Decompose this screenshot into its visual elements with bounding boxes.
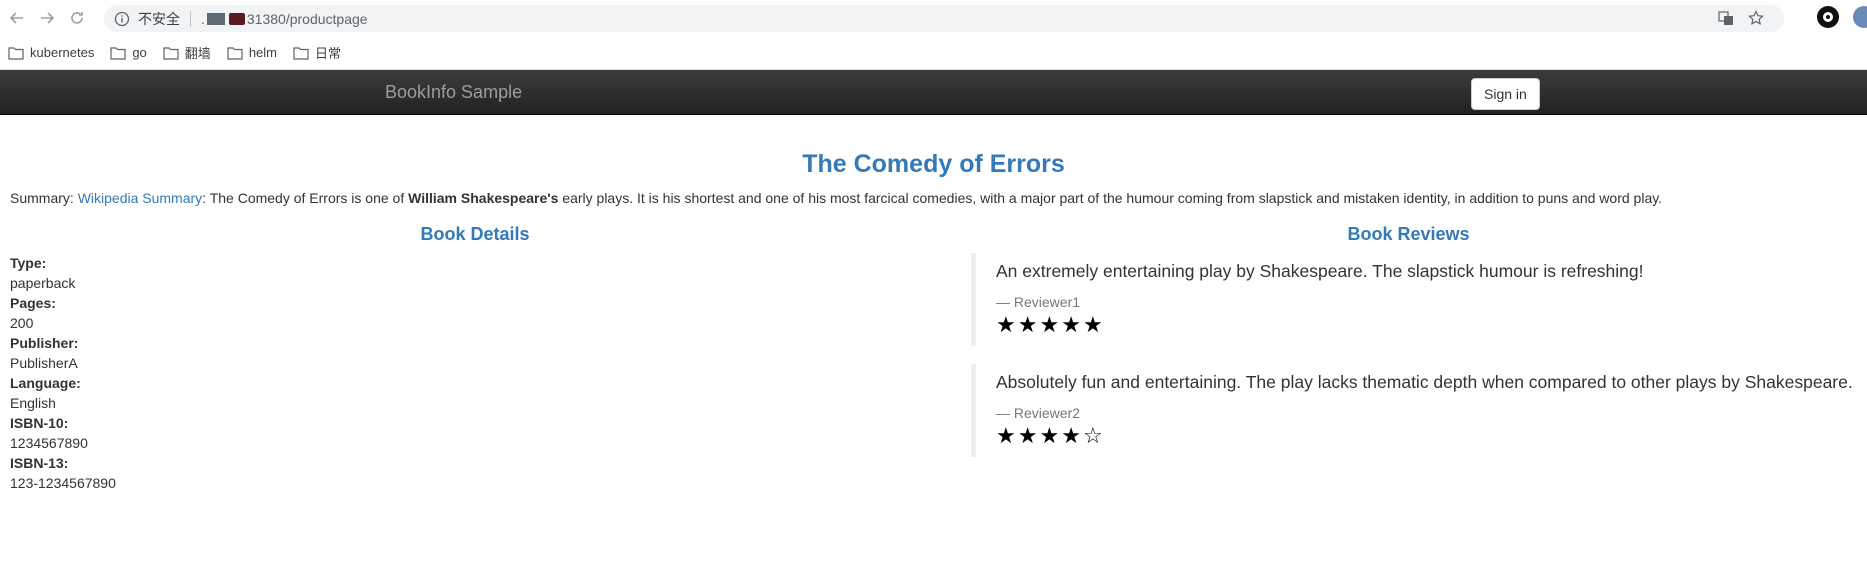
bookmark-folder[interactable]: helm <box>227 45 277 60</box>
star-filled-icon: ★ <box>1061 312 1083 337</box>
detail-label: ISBN-10: <box>10 415 69 431</box>
star-filled-icon: ★ <box>1039 312 1062 337</box>
browser-toolbar: 不安全 . 31380/productpage <box>0 0 1867 36</box>
url-suffix: 31380/productpage <box>246 10 368 27</box>
star-filled-icon: ★ <box>1039 423 1062 448</box>
bookmarks-bar: kubernetes go 翻墙 helm 日常 <box>0 36 1867 70</box>
star-rating: ★★★★☆ <box>996 423 1867 449</box>
detail-label: ISBN-13: <box>10 455 69 471</box>
star-filled-icon: ★ <box>996 423 1018 448</box>
bookmark-folder[interactable]: 日常 <box>293 43 341 62</box>
url-text[interactable]: . 31380/productpage <box>201 11 368 27</box>
bookmark-label: 翻墙 <box>184 46 211 61</box>
reload-button[interactable] <box>64 5 90 31</box>
detail-label: Language: <box>10 375 81 391</box>
detail-label: Pages: <box>10 295 56 311</box>
folder-icon <box>227 46 243 60</box>
detail-value: English <box>10 395 56 411</box>
star-filled-icon: ★ <box>1017 423 1040 448</box>
folder-icon <box>293 46 309 60</box>
review-author: — Reviewer2 <box>996 405 1081 421</box>
detail-value: 200 <box>10 315 34 331</box>
omnibox-actions <box>1718 10 1764 26</box>
bookmark-label: go <box>132 45 147 60</box>
redacted-block <box>206 12 225 25</box>
url-prefix: . <box>201 10 205 27</box>
extension-icon[interactable] <box>1817 6 1839 28</box>
review-item: An extremely entertaining play by Shakes… <box>971 253 1867 346</box>
book-details-list: Type: paperback Pages: 200 Publisher: Pu… <box>10 253 950 493</box>
detail-value: PublisherA <box>10 355 78 371</box>
profile-avatar[interactable] <box>1853 6 1867 28</box>
content-columns: Book Details Type: paperback Pages: 200 … <box>0 224 1867 493</box>
book-reviews-heading: Book Reviews <box>1347 224 1470 244</box>
bookmark-folder[interactable]: go <box>110 45 147 60</box>
insecure-label: 不安全 <box>138 10 180 27</box>
bookmark-label: kubernetes <box>30 45 95 60</box>
wikipedia-summary-link[interactable]: Wikipedia Summary <box>78 190 202 206</box>
star-empty-icon: ☆ <box>1082 423 1105 448</box>
detail-label: Publisher: <box>10 335 79 351</box>
summary-author: William Shakespeare's <box>408 190 559 206</box>
bookmark-label: 日常 <box>315 46 342 61</box>
summary-text: early plays. It is his shortest and one … <box>558 190 1663 206</box>
redacted-block <box>228 12 245 25</box>
forward-button[interactable] <box>34 5 60 31</box>
summary-prefix: Summary: <box>10 190 78 206</box>
review-text: An extremely entertaining play by Shakes… <box>996 261 1644 281</box>
book-details-section: Book Details Type: paperback Pages: 200 … <box>0 224 950 493</box>
folder-icon <box>110 46 126 60</box>
reload-icon <box>71 12 83 24</box>
book-summary: Summary: Wikipedia Summary: The Comedy o… <box>10 190 1867 206</box>
folder-icon <box>8 46 24 60</box>
folder-icon <box>163 46 179 60</box>
info-icon[interactable] <box>114 11 130 27</box>
bookmark-folder[interactable]: kubernetes <box>8 45 94 60</box>
sign-in-button[interactable]: Sign in <box>1471 78 1540 110</box>
detail-value: paperback <box>10 275 76 291</box>
bookmark-star-icon[interactable] <box>1748 10 1764 26</box>
star-rating: ★★★★★ <box>996 312 1867 338</box>
review-text: Absolutely fun and entertaining. The pla… <box>996 372 1853 392</box>
app-navbar: BookInfo Sample Sign in <box>0 70 1867 115</box>
detail-value: 123-1234567890 <box>10 475 116 491</box>
book-details-heading: Book Details <box>420 224 530 244</box>
bookmark-label: helm <box>248 45 277 60</box>
address-bar[interactable]: 不安全 . 31380/productpage <box>104 5 1784 32</box>
star-filled-icon: ★ <box>1061 423 1083 448</box>
star-filled-icon: ★ <box>996 312 1018 337</box>
review-item: Absolutely fun and entertaining. The pla… <box>971 364 1867 457</box>
star-filled-icon: ★ <box>1082 312 1105 337</box>
back-button[interactable] <box>4 5 30 31</box>
bookmark-folder[interactable]: 翻墙 <box>163 43 211 62</box>
star-filled-icon: ★ <box>1017 312 1040 337</box>
extension-area <box>1817 6 1867 28</box>
brand-link[interactable]: BookInfo Sample <box>385 82 522 103</box>
translate-icon[interactable] <box>1718 10 1734 26</box>
book-title: The Comedy of Errors <box>802 150 1065 178</box>
summary-text: : The Comedy of Errors is one of <box>202 190 409 206</box>
omnibox-separator <box>190 10 191 27</box>
detail-value: 1234567890 <box>10 435 88 451</box>
arrow-left-icon <box>9 12 23 24</box>
detail-label: Type: <box>10 255 47 271</box>
arrow-right-icon <box>41 12 55 24</box>
book-reviews-section: Book Reviews An extremely entertaining p… <box>950 224 1867 493</box>
review-author: — Reviewer1 <box>996 294 1081 310</box>
